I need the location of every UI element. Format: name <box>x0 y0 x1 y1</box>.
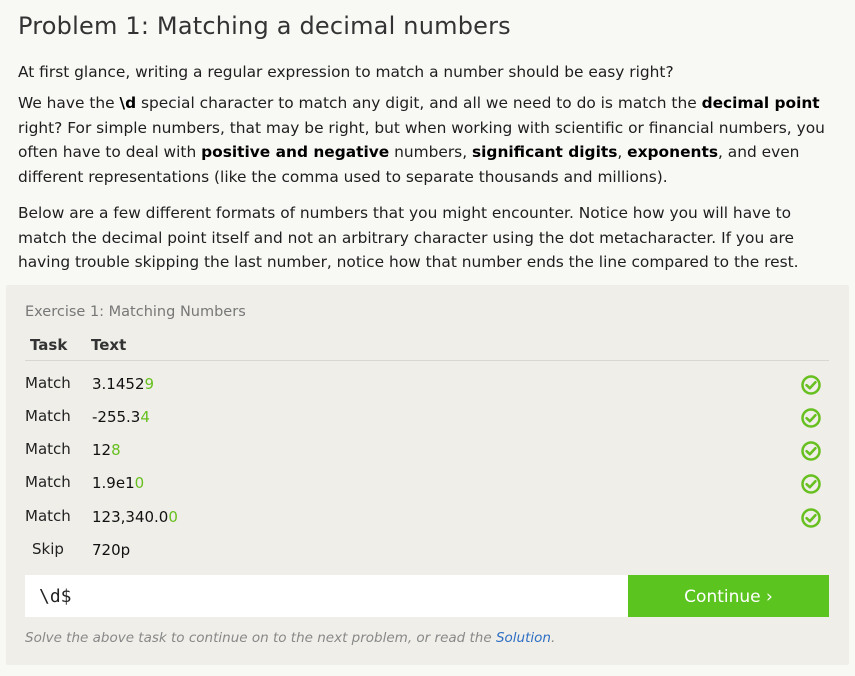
answer-row: Continue › <box>25 575 829 617</box>
text-segment: We have the <box>18 94 120 112</box>
description-paragraph: We have the \d special character to matc… <box>18 91 838 189</box>
bold-segment: \d <box>119 94 137 112</box>
formats-paragraph: Below are a few different formats of num… <box>18 204 799 271</box>
page: Problem 1: Matching a decimal numbers At… <box>0 0 855 676</box>
unmatched-text: 123,340.0 <box>92 508 169 526</box>
test-string: 720p <box>92 541 130 559</box>
matched-text: 0 <box>134 474 145 492</box>
test-string: 128 <box>92 441 121 459</box>
text-segment: numbers, <box>389 143 472 161</box>
bold-segment: decimal point <box>701 94 820 112</box>
column-header-text: Text <box>91 336 127 354</box>
continue-button[interactable]: Continue › <box>628 575 829 617</box>
unmatched-text: 1.9e1 <box>92 474 135 492</box>
task-label: Match <box>25 507 71 525</box>
exercise-title: Exercise 1: Matching Numbers <box>25 304 246 320</box>
test-string: -255.34 <box>92 408 150 426</box>
bold-segment: positive and negative <box>201 143 390 161</box>
check-circle-icon <box>801 474 821 494</box>
task-label: Match <box>25 407 71 425</box>
check-circle-icon <box>801 508 821 528</box>
unmatched-text: 720p <box>92 541 131 559</box>
unmatched-text: -255.3 <box>92 408 141 426</box>
table-row: Match 3.14529 <box>25 374 835 407</box>
exercise-panel: Exercise 1: Matching Numbers Task Text M… <box>6 285 849 665</box>
matched-text: 0 <box>168 508 178 526</box>
table-row: Match 123,340.00 <box>25 507 835 540</box>
header-divider <box>25 360 829 361</box>
hint-prefix: Solve the above task to continue on to t… <box>25 630 496 646</box>
task-label: Match <box>25 374 71 392</box>
matched-text: 8 <box>111 441 121 459</box>
hint-text: Solve the above task to continue on to t… <box>25 630 555 646</box>
check-circle-icon <box>801 375 821 395</box>
bold-segment: significant digits <box>471 143 618 161</box>
intro-paragraph: At first glance, writing a regular expre… <box>18 63 674 81</box>
check-circle-icon <box>801 408 821 428</box>
matched-text: 9 <box>144 375 155 393</box>
hint-suffix: . <box>550 630 556 646</box>
column-header-task: Task <box>30 336 68 354</box>
unmatched-text: 3.1452 <box>92 375 145 393</box>
regex-input[interactable] <box>25 575 628 617</box>
table-row: Match 128 <box>25 440 835 473</box>
text-segment: , <box>617 143 628 161</box>
task-label: Skip <box>32 540 64 558</box>
task-label: Match <box>25 440 71 458</box>
unmatched-text: 12 <box>92 441 112 459</box>
test-string: 123,340.00 <box>92 508 178 526</box>
check-circle-icon <box>801 441 821 461</box>
test-string: 1.9e10 <box>92 474 144 492</box>
matched-text: 4 <box>140 408 150 426</box>
page-title: Problem 1: Matching a decimal numbers <box>18 12 511 40</box>
test-string: 3.14529 <box>92 375 154 393</box>
task-label: Match <box>25 473 71 491</box>
table-row: Skip 720p <box>25 540 835 573</box>
table-row: Match -255.34 <box>25 407 835 440</box>
solution-link[interactable]: Solution <box>496 630 551 646</box>
text-segment: special character to match any digit, an… <box>136 94 702 112</box>
table-row: Match 1.9e10 <box>25 473 835 506</box>
bold-segment: exponents <box>627 143 718 161</box>
